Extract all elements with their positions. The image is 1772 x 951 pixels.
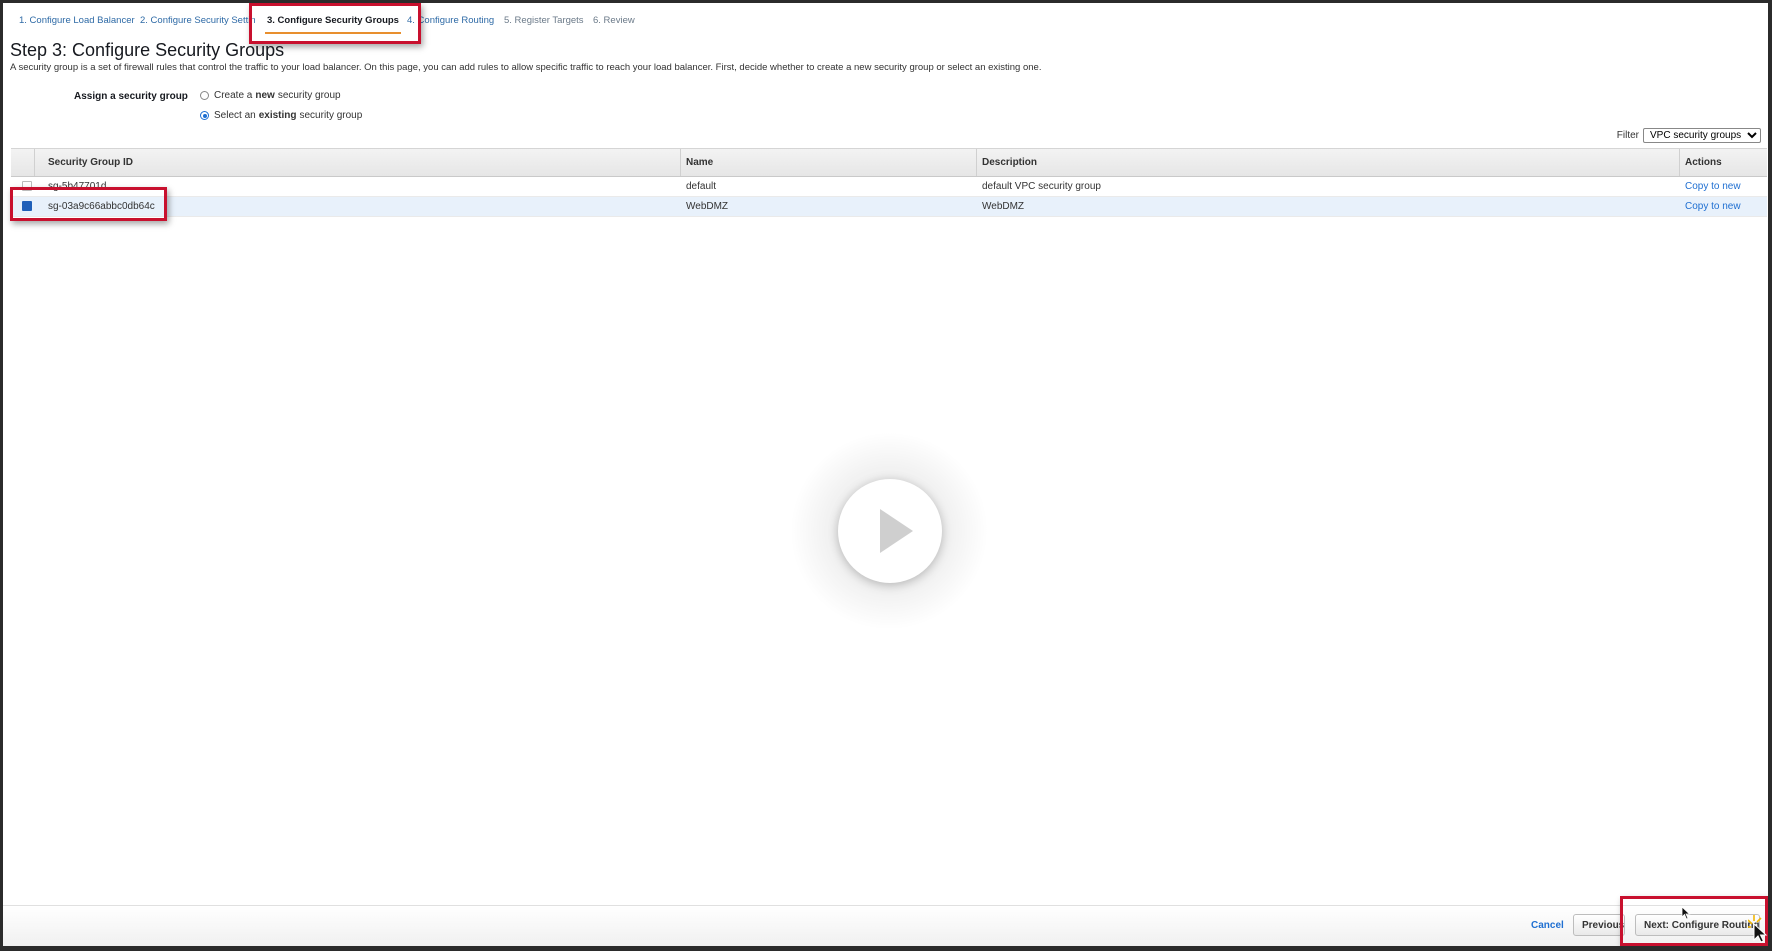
cancel-button[interactable]: Cancel xyxy=(1531,920,1564,931)
browser-viewport: 1. Configure Load Balancer 2. Configure … xyxy=(3,3,1768,946)
column-header-description[interactable]: Description xyxy=(982,157,1037,168)
radio-label-suffix: security group xyxy=(277,90,341,101)
security-groups-table: Security Group ID Name Description Actio… xyxy=(11,148,1767,217)
play-button[interactable] xyxy=(838,479,942,583)
mouse-pointer-icon xyxy=(1681,906,1691,920)
cell-name: WebDMZ xyxy=(686,201,729,212)
highlight-active-tab xyxy=(249,3,421,44)
column-separator xyxy=(976,149,977,176)
highlight-next-button xyxy=(1620,896,1768,946)
cell-name: default xyxy=(686,181,717,192)
radio-create-new[interactable] xyxy=(200,91,209,100)
highlight-selected-row xyxy=(10,187,167,221)
column-separator xyxy=(34,149,35,176)
radio-select-existing[interactable] xyxy=(200,111,209,120)
radio-label-bold: new xyxy=(255,90,275,101)
tab-register-targets[interactable]: 5. Register Targets xyxy=(502,13,586,32)
column-separator xyxy=(680,149,681,176)
radio-label-prefix: Create a xyxy=(214,90,253,101)
radio-label-suffix: security group xyxy=(299,110,363,121)
click-cursor-icon xyxy=(1748,915,1768,943)
cell-description: WebDMZ xyxy=(982,201,1025,212)
column-header-actions: Actions xyxy=(1685,157,1722,168)
table-row[interactable]: sg-5b47701d default default VPC security… xyxy=(11,177,1767,197)
radio-create-new-security-group[interactable]: Create a new security group xyxy=(200,90,341,101)
previous-button[interactable]: Previous xyxy=(1573,914,1625,936)
page-description: A security group is a set of firewall ru… xyxy=(10,62,1042,73)
page-title: Step 3: Configure Security Groups xyxy=(10,40,285,60)
filter-select[interactable]: VPC security groups xyxy=(1643,128,1761,143)
filter-control: Filter VPC security groups xyxy=(1617,128,1761,143)
radio-select-existing-security-group[interactable]: Select an existing security group xyxy=(200,110,362,121)
table-row-selected[interactable]: sg-03a9c66abbc0db64c WebDMZ WebDMZ Copy … xyxy=(11,197,1767,217)
copy-to-new-link[interactable]: Copy to new xyxy=(1685,181,1741,192)
radio-label-prefix: Select an xyxy=(214,110,256,121)
filter-label: Filter xyxy=(1616,130,1639,141)
tab-configure-load-balancer[interactable]: 1. Configure Load Balancer xyxy=(17,13,137,32)
column-header-security-group-id[interactable]: Security Group ID xyxy=(48,157,133,168)
column-separator xyxy=(1679,149,1680,176)
tab-review[interactable]: 6. Review xyxy=(591,13,637,32)
cell-description: default VPC security group xyxy=(982,181,1101,192)
copy-to-new-link[interactable]: Copy to new xyxy=(1685,201,1741,212)
radio-label-bold: existing xyxy=(258,110,297,121)
tab-configure-security-settings[interactable]: 2. Configure Security Settings xyxy=(138,13,255,32)
column-header-name[interactable]: Name xyxy=(686,157,713,168)
assign-security-group-label: Assign a security group xyxy=(74,91,188,102)
table-header: Security Group ID Name Description Actio… xyxy=(11,148,1767,177)
wizard-footer: Cancel Previous Next: Configure Routing xyxy=(3,905,1768,946)
play-icon xyxy=(880,509,913,553)
